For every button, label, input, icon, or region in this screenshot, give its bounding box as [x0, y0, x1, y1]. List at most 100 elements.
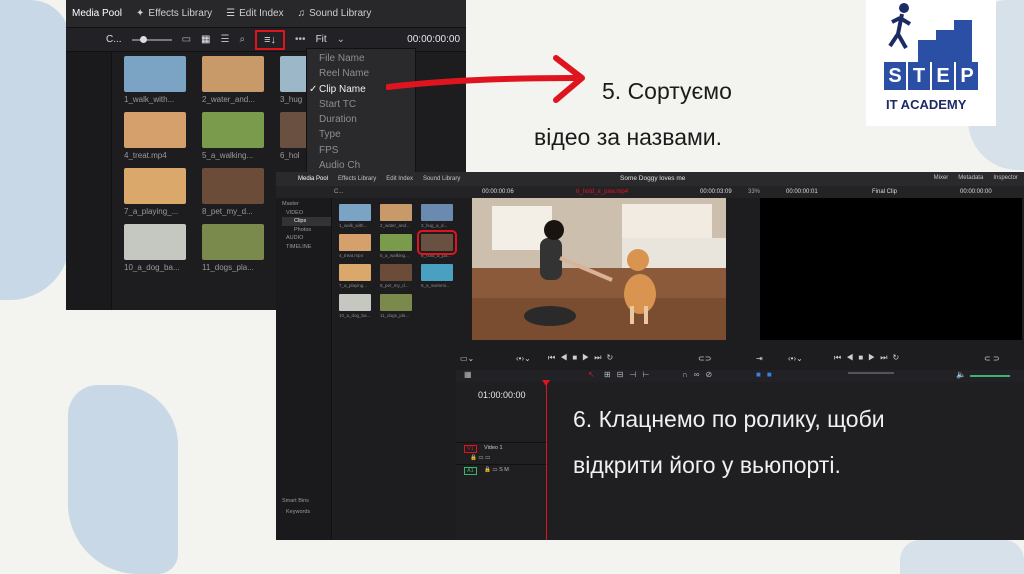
clip-thumbnail[interactable]: 10_a_dog_ba...: [124, 224, 186, 272]
clip-label: 5_a_walking...: [202, 151, 254, 160]
logo-letter: E: [932, 62, 954, 90]
clip-label: 10_a_dog_ba...: [124, 263, 180, 272]
bin-label[interactable]: C...: [334, 189, 343, 195]
thumbnail-image: [124, 224, 186, 260]
tab-sound-library[interactable]: ♫ Sound Library: [298, 8, 372, 19]
clip-thumbnail[interactable]: 9_a_swimmi...: [421, 264, 459, 288]
thumbnail-image: [124, 168, 186, 204]
clip-thumbnail[interactable]: 10_a_dog_ba...: [339, 294, 377, 318]
zoom-select[interactable]: Fit: [316, 34, 327, 45]
sidebar-item[interactable]: Master: [282, 200, 331, 209]
logo-letter: T: [908, 62, 930, 90]
clip-thumbnail[interactable]: 6_hold_a_pa...: [417, 230, 459, 258]
bin-sidebar: [66, 52, 112, 310]
clip-thumbnail[interactable]: 11_dogs_pla...: [380, 294, 418, 318]
magic-wand-icon: ✦: [136, 8, 145, 19]
sidebar-item[interactable]: Keywords: [282, 508, 331, 517]
music-icon: ♫: [297, 8, 306, 19]
clip-label: 1_walk_with...: [339, 223, 368, 228]
decor-blob: [68, 385, 178, 574]
clip-thumbnail[interactable]: 4_treat.mp4: [124, 112, 186, 160]
timecode: 00:00:03:09: [700, 189, 732, 195]
tab-mixer[interactable]: Mixer: [934, 175, 949, 181]
clip-label: 5_a_walking...: [380, 253, 409, 258]
instruction-text: 5. Сортуємо: [602, 78, 732, 104]
clip-thumbnail[interactable]: 1_walk_with...: [124, 56, 186, 104]
thumbnail-image: [202, 224, 264, 260]
sort-menu-item[interactable]: FPS: [307, 143, 415, 158]
clip-label: 8_pet_my_d...: [380, 283, 409, 288]
thumbnail-image: [202, 112, 264, 148]
clip-label: 9_a_swimmi...: [421, 283, 450, 288]
video-frame: [472, 198, 726, 340]
instruction-text: 6. Клацнемо по ролику, щоби: [573, 406, 885, 432]
timeline-viewer[interactable]: [760, 198, 1022, 340]
pointer-arrow-icon: [386, 55, 585, 103]
clip-label: 2_water_and...: [202, 95, 255, 104]
bin-sidebar: Master VIDEO Clips Photos AUDIO TIMELINE…: [276, 198, 332, 540]
logo-letters: S T E P: [884, 62, 980, 92]
tab-effects-library[interactable]: Effects Library: [338, 176, 376, 182]
clip-thumbnail[interactable]: 2_water_and...: [202, 56, 264, 104]
clip-thumbnail[interactable]: 5_a_walking...: [202, 112, 264, 160]
stairs-runner-icon: [888, 3, 972, 62]
thumbnail-image: [380, 204, 412, 221]
tab-media-pool[interactable]: Media Pool: [72, 8, 122, 19]
logo-letter: P: [956, 62, 978, 90]
clip-thumbnail[interactable]: 8_pet_my_d...: [202, 168, 264, 216]
tab-metadata[interactable]: Metadata: [958, 175, 983, 181]
thumbnail-image: [421, 264, 453, 281]
smart-bins-label: Smart Bins: [282, 498, 309, 504]
chevron-down-icon[interactable]: ⌄: [337, 34, 345, 45]
more-options-icon[interactable]: •••: [295, 34, 306, 45]
clip-thumbnail[interactable]: 11_dogs_pla...: [202, 224, 264, 272]
sidebar-item[interactable]: TIMELINE: [282, 243, 331, 252]
clip-thumbnail[interactable]: 7_a_playing_...: [124, 168, 186, 216]
sort-menu-item[interactable]: Duration: [307, 112, 415, 127]
thumbnail-image: [380, 264, 412, 281]
search-icon[interactable]: ⌕: [239, 34, 245, 45]
tab-media-pool[interactable]: Media Pool: [298, 176, 328, 182]
sidebar-item[interactable]: Clips: [282, 217, 331, 226]
thumbnail-image: [380, 294, 412, 311]
timeline-select[interactable]: Final Clip: [872, 189, 897, 195]
sidebar-item[interactable]: Photos: [282, 226, 331, 235]
tab-edit-index[interactable]: ☰ Edit Index: [226, 8, 283, 19]
clip-thumbnail[interactable]: 5_a_walking...: [380, 234, 418, 258]
tab-label: Edit Index: [239, 8, 284, 19]
clip-thumbnail[interactable]: 7_a_playing...: [339, 264, 377, 288]
bin-label[interactable]: C...: [106, 34, 122, 45]
clip-thumbnail[interactable]: 3_hug_a_d...: [421, 204, 459, 228]
sort-button[interactable]: ≡↓: [255, 29, 286, 50]
tab-inspector[interactable]: Inspector: [993, 175, 1018, 181]
instruction-text: відео за назвами.: [534, 124, 723, 150]
zoom-select[interactable]: 33%: [748, 189, 760, 195]
project-title: Some Doggy loves me: [620, 175, 686, 182]
clip-thumbnail[interactable]: 4_treat.mp4: [339, 234, 377, 258]
zoom-slider[interactable]: [131, 35, 172, 43]
grid-view-icon[interactable]: ▦: [201, 34, 210, 45]
clip-label: 7_a_playing_...: [124, 207, 179, 216]
clip-thumbnail[interactable]: 8_pet_my_d...: [380, 264, 418, 288]
tab-label: Sound Library: [309, 8, 372, 19]
sort-menu-item[interactable]: Type: [307, 127, 415, 142]
clip-label: 4_treat.mp4: [124, 151, 167, 160]
clip-label: 8_pet_my_d...: [202, 207, 253, 216]
list-detail-icon[interactable]: ☰: [220, 34, 229, 45]
top-tab-bar: Media Pool ✦ Effects Library ☰ Edit Index …: [66, 0, 466, 28]
top-tab-bar: Media Pool Effects Library Edit Index So…: [276, 172, 1024, 186]
clip-label: 11_dogs_pla...: [380, 313, 410, 318]
tab-edit-index[interactable]: Edit Index: [386, 176, 413, 182]
sidebar-item[interactable]: VIDEO: [282, 209, 331, 218]
sidebar-item[interactable]: AUDIO: [282, 234, 331, 243]
clip-label: 3_hug_a_d...: [421, 223, 448, 228]
tab-effects-library[interactable]: ✦ Effects Library: [136, 8, 212, 19]
list-icon: ☰: [226, 8, 236, 19]
logo-letter: S: [884, 62, 906, 90]
source-viewer[interactable]: [472, 198, 726, 340]
list-view-icon[interactable]: ▭: [182, 34, 191, 45]
tab-sound-library[interactable]: Sound Library: [423, 176, 460, 182]
clip-thumbnail[interactable]: 2_water_and...: [380, 204, 418, 228]
edit-page-screenshot: Media Pool Effects Library Edit Index So…: [276, 172, 1024, 540]
clip-thumbnail[interactable]: 1_walk_with...: [339, 204, 377, 228]
